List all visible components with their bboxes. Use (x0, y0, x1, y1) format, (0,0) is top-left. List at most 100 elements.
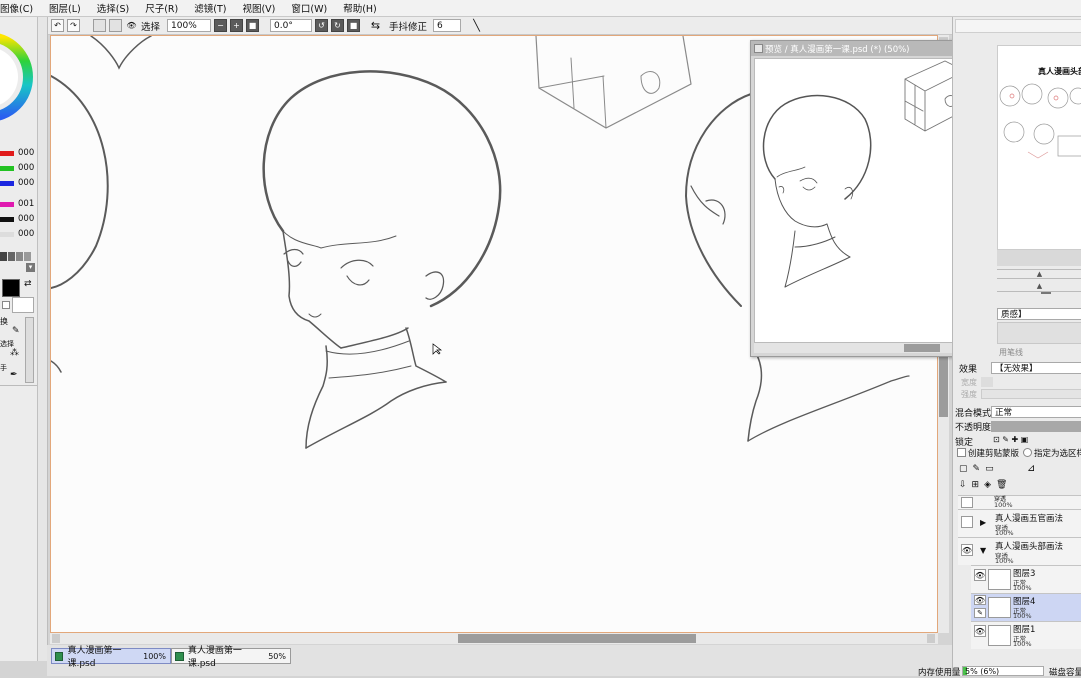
canvas-horizontal-scrollbar[interactable] (50, 633, 938, 644)
layer-transform-icon[interactable]: ⊿ (1027, 463, 1035, 474)
document-tab-1[interactable]: 真人漫画第一课.psd 100% (51, 646, 171, 669)
lock-icons[interactable]: ⊡ ✎ ✚ ▣ (993, 435, 1028, 444)
swatch-menu-icon[interactable]: ▾ (26, 263, 35, 272)
memory-usage: 5% (6%) (962, 666, 1044, 676)
angle-select[interactable]: 0.0° (270, 19, 313, 32)
menu-image[interactable]: 图像(C) (0, 1, 40, 15)
transparent-color-icon[interactable] (2, 301, 10, 309)
zoom-out-icon[interactable]: − (214, 19, 228, 32)
left-panel-scrollbar[interactable] (38, 17, 48, 661)
clipping-checkbox[interactable] (957, 448, 966, 457)
document-icon (175, 651, 184, 661)
layer-opacity: 100% (1013, 640, 1032, 648)
delete-layer-icon[interactable]: 🗑 (996, 480, 1007, 494)
vertical-scroll-thumb[interactable] (939, 355, 948, 417)
horizontal-scroll-thumb[interactable] (458, 634, 696, 643)
visibility-toggle-on[interactable]: 👁 (961, 544, 973, 556)
swatch-row[interactable] (0, 252, 36, 261)
strength-label: 强度 (961, 390, 977, 399)
rotate-left-icon[interactable]: ↺ (315, 19, 329, 32)
deselect-icon[interactable] (93, 19, 106, 32)
invert-selection-icon[interactable] (109, 19, 122, 32)
panel-collapse-1-icon[interactable]: ▲ (997, 269, 1081, 279)
strength-slider[interactable] (981, 389, 1081, 399)
line-straight-icon[interactable]: ╲ (470, 19, 483, 32)
layer-row-1[interactable]: 👁 图层1 正常 100% (971, 621, 1081, 649)
menu-help[interactable]: 帮助(H) (334, 1, 384, 15)
layer-merge-icon[interactable]: ⊞ (972, 480, 980, 494)
status-bar: 真人漫画第一课.psd 100% 真人漫画第一课.psd 50% (47, 645, 952, 676)
zoom-select[interactable]: 100% (167, 19, 212, 32)
color-wheel-icon[interactable] (0, 17, 38, 137)
scroll-right-icon[interactable] (927, 634, 935, 643)
folder-expand-icon[interactable]: ▶ (980, 518, 986, 527)
rotate-reset-icon[interactable]: ■ (347, 19, 361, 32)
new-layer-icon[interactable]: ▢ (959, 464, 968, 478)
stabilizer-select[interactable]: 6 (433, 19, 462, 32)
brush-icon[interactable]: ✎ (12, 326, 20, 336)
pen-icon[interactable]: ✒ (10, 370, 18, 380)
flip-icon[interactable]: ⇆ (369, 19, 382, 32)
navigator-preview[interactable] (754, 58, 984, 343)
document-tab-2[interactable]: 真人漫画第一课.psd 50% (171, 646, 291, 669)
alpha-slider[interactable]: 000 (0, 229, 37, 241)
effect-select[interactable]: 【无效果】 (991, 362, 1081, 374)
visibility-toggle-on[interactable]: 👁 (974, 595, 986, 605)
hue-slider[interactable]: 001 (0, 199, 37, 211)
blend-mode-select[interactable]: 正常 (991, 406, 1081, 418)
layer-row-folder-head[interactable]: 👁 ▼ 真人漫画头部画法 穿透 100% (958, 537, 1081, 565)
layer-row-3[interactable]: 👁 图层3 正常 100% (971, 565, 1081, 593)
menu-view[interactable]: 视图(V) (233, 1, 282, 15)
menu-ruler[interactable]: 尺子(R) (136, 1, 185, 15)
eye-icon[interactable]: 👁 (125, 19, 138, 32)
zoom-reset-icon[interactable]: ■ (246, 19, 260, 32)
zoom-in-icon[interactable]: + (230, 19, 244, 32)
tool-label-hand[interactable]: 手 (0, 363, 7, 373)
redo-icon[interactable]: ↷ (67, 19, 80, 32)
navigator-horizontal-scrollbar[interactable] (754, 343, 984, 353)
visibility-toggle-on[interactable]: 👁 (974, 625, 986, 637)
tool-scrollbar[interactable] (25, 317, 34, 383)
layer-opacity: 100% (994, 501, 1013, 509)
reference-thumbnail[interactable]: 真人漫画头部 (997, 45, 1081, 250)
reference-scroll[interactable] (997, 250, 1081, 266)
blue-slider[interactable]: 000 (0, 178, 37, 190)
layer-row-folder-features[interactable]: ▶ 真人漫画五官画法 穿透 100% (958, 509, 1081, 537)
menu-select[interactable]: 选择(S) (88, 1, 136, 15)
width-slider[interactable] (981, 377, 993, 387)
red-slider[interactable]: 000 (0, 148, 37, 160)
panel-collapse-2-icon[interactable]: ▲ (997, 282, 1081, 292)
texture-select[interactable]: 质感】 (997, 308, 1081, 320)
background-color-swatch[interactable] (12, 297, 34, 313)
visibility-toggle[interactable] (961, 516, 973, 528)
layer-thumbnail (988, 597, 1011, 618)
visibility-toggle-on[interactable]: 👁 (974, 569, 986, 581)
folder-collapse-icon[interactable]: ▼ (980, 546, 986, 555)
magic-wand-icon[interactable]: ⁂ (10, 348, 19, 358)
pen-lock-icon[interactable]: ✎ (974, 608, 986, 618)
green-slider[interactable]: 000 (0, 163, 37, 175)
navigator-hscroll-thumb[interactable] (904, 344, 940, 352)
layer-clear-icon[interactable]: ◈ (984, 480, 991, 494)
value-slider[interactable]: 000 (0, 214, 37, 226)
menu-window[interactable]: 窗口(W) (282, 1, 334, 15)
menu-filter[interactable]: 滤镜(T) (185, 1, 233, 15)
layer-row-folder-0[interactable]: 穿透 100% (958, 495, 1081, 509)
layer-row-4-selected[interactable]: 👁 ✎ 图层4 正常 100% (971, 593, 1081, 621)
effect-label: 效果 (959, 365, 978, 375)
swap-colors-icon[interactable]: ⇄ (24, 279, 32, 289)
new-folder-icon[interactable]: ▭ (985, 464, 994, 478)
new-vector-layer-icon[interactable]: ✎ (973, 464, 981, 478)
layer-down-icon[interactable]: ⇩ (959, 480, 967, 494)
rotate-right-icon[interactable]: ↻ (331, 19, 345, 32)
menu-layer[interactable]: 图层(L) (40, 1, 88, 15)
layer-opacity: 100% (1013, 584, 1032, 592)
scroll-left-icon[interactable] (52, 634, 60, 643)
opacity-slider[interactable] (991, 421, 1081, 432)
panel-grip-icon[interactable] (1041, 292, 1051, 294)
undo-icon[interactable]: ↶ (51, 19, 64, 32)
tool-label-transform[interactable]: 换 (0, 316, 8, 327)
foreground-color-swatch[interactable] (2, 279, 20, 297)
selection-source-radio[interactable] (1023, 448, 1032, 457)
visibility-toggle[interactable] (961, 497, 973, 508)
